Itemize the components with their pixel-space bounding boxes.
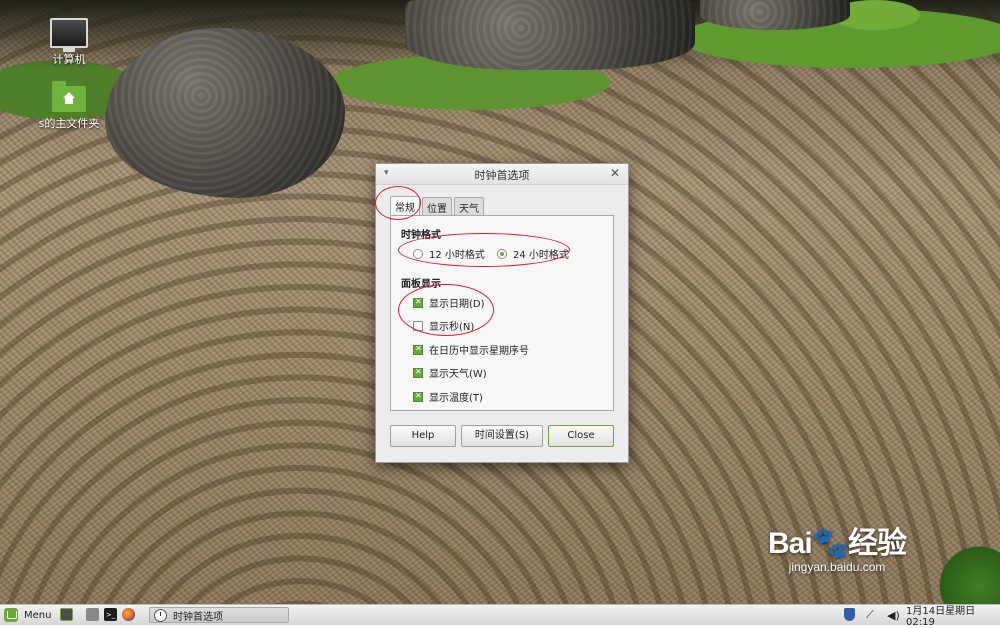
file-manager-icon[interactable] bbox=[86, 608, 99, 621]
clock-preferences-dialog: ▾ 时钟首选项 ✕ 常规 位置 天气 时钟格式 12 小时格式 24 小时格式 … bbox=[375, 163, 629, 463]
checkbox-label: 显示温度(T) bbox=[429, 393, 483, 404]
tab-general[interactable]: 常规 bbox=[390, 196, 420, 216]
radio-24-hour[interactable]: 24 小时格式 bbox=[497, 246, 569, 261]
tab-bar: 常规 位置 天气 bbox=[390, 196, 486, 216]
wallpaper-rock-back bbox=[405, 0, 695, 70]
desktop-icon-home-folder[interactable]: s的主文件夹 bbox=[34, 81, 104, 131]
computer-icon bbox=[50, 18, 88, 52]
menu-label: Menu bbox=[24, 609, 52, 621]
taskbar-window-clock-preferences[interactable]: 时钟首选项 bbox=[149, 607, 289, 623]
tab-location[interactable]: 位置 bbox=[422, 197, 452, 215]
wallpaper-plant bbox=[930, 544, 1000, 604]
wallpaper-rock-far bbox=[700, 0, 850, 30]
show-desktop-icon[interactable] bbox=[60, 608, 73, 621]
radio-12-hour[interactable]: 12 小时格式 bbox=[413, 246, 485, 261]
desktop-icon-computer[interactable]: 计算机 bbox=[34, 18, 104, 67]
clock-icon bbox=[154, 608, 167, 622]
radio-button[interactable] bbox=[497, 248, 507, 259]
checkbox[interactable] bbox=[413, 297, 423, 308]
watermark-url: jingyan.baidu.com bbox=[788, 560, 886, 574]
radio-label: 24 小时格式 bbox=[513, 250, 569, 261]
general-panel: 时钟格式 12 小时格式 24 小时格式 面板显示 显示日期(D) 显示秒(N)… bbox=[390, 215, 614, 411]
tab-weather[interactable]: 天气 bbox=[454, 197, 484, 215]
help-button[interactable]: Help bbox=[390, 425, 456, 447]
baidu-watermark: Bai🐾经验 jingyan.baidu.com bbox=[768, 518, 907, 574]
network-icon[interactable]: ⟋ bbox=[866, 608, 874, 622]
watermark-brand: Bai🐾经验 bbox=[768, 527, 907, 560]
close-button[interactable]: Close bbox=[548, 425, 614, 447]
desktop-icon-label: s的主文件夹 bbox=[38, 117, 100, 130]
home-folder-icon bbox=[52, 81, 86, 112]
firefox-icon[interactable] bbox=[122, 608, 135, 621]
checkbox-show-seconds[interactable]: 显示秒(N) bbox=[413, 318, 474, 333]
close-icon[interactable]: ✕ bbox=[610, 166, 620, 180]
volume-icon[interactable]: ◀) bbox=[887, 608, 900, 622]
checkbox-label: 在日历中显示星期序号 bbox=[429, 346, 529, 357]
terminal-icon[interactable]: >_ bbox=[104, 608, 117, 621]
dialog-titlebar[interactable]: ▾ 时钟首选项 ✕ bbox=[376, 164, 628, 185]
checkbox-label: 显示日期(D) bbox=[429, 299, 485, 310]
wallpaper-rock-large bbox=[105, 28, 345, 198]
desktop-icon-label: 计算机 bbox=[52, 53, 86, 66]
checkbox-show-temperature[interactable]: 显示温度(T) bbox=[413, 389, 483, 404]
mint-logo-icon bbox=[4, 608, 18, 622]
checkbox[interactable] bbox=[413, 391, 423, 402]
panel-display-heading: 面板显示 bbox=[401, 279, 441, 290]
checkbox-show-week-numbers[interactable]: 在日历中显示星期序号 bbox=[413, 342, 529, 357]
clock-format-heading: 时钟格式 bbox=[401, 230, 441, 241]
dialog-title: 时钟首选项 bbox=[474, 169, 530, 182]
taskbar-window-label: 时钟首选项 bbox=[173, 611, 223, 623]
menu-button[interactable]: Menu bbox=[4, 608, 51, 622]
time-settings-button[interactable]: 时间设置(S) bbox=[461, 425, 543, 447]
checkbox-show-date[interactable]: 显示日期(D) bbox=[413, 295, 485, 310]
radio-label: 12 小时格式 bbox=[429, 250, 485, 261]
taskbar-clock[interactable]: 1月14日星期日 02:19 bbox=[906, 606, 1000, 628]
checkbox[interactable] bbox=[413, 344, 423, 355]
shield-icon[interactable] bbox=[844, 608, 855, 621]
checkbox[interactable] bbox=[413, 320, 423, 331]
checkbox[interactable] bbox=[413, 367, 423, 378]
taskbar: Menu >_ 时钟首选项 ⟋ ◀) 1月14日星期日 02:19 bbox=[0, 604, 1000, 628]
checkbox-label: 显示秒(N) bbox=[429, 322, 475, 333]
checkbox-label: 显示天气(W) bbox=[429, 369, 487, 380]
radio-button[interactable] bbox=[413, 248, 423, 259]
checkbox-show-weather[interactable]: 显示天气(W) bbox=[413, 365, 487, 380]
